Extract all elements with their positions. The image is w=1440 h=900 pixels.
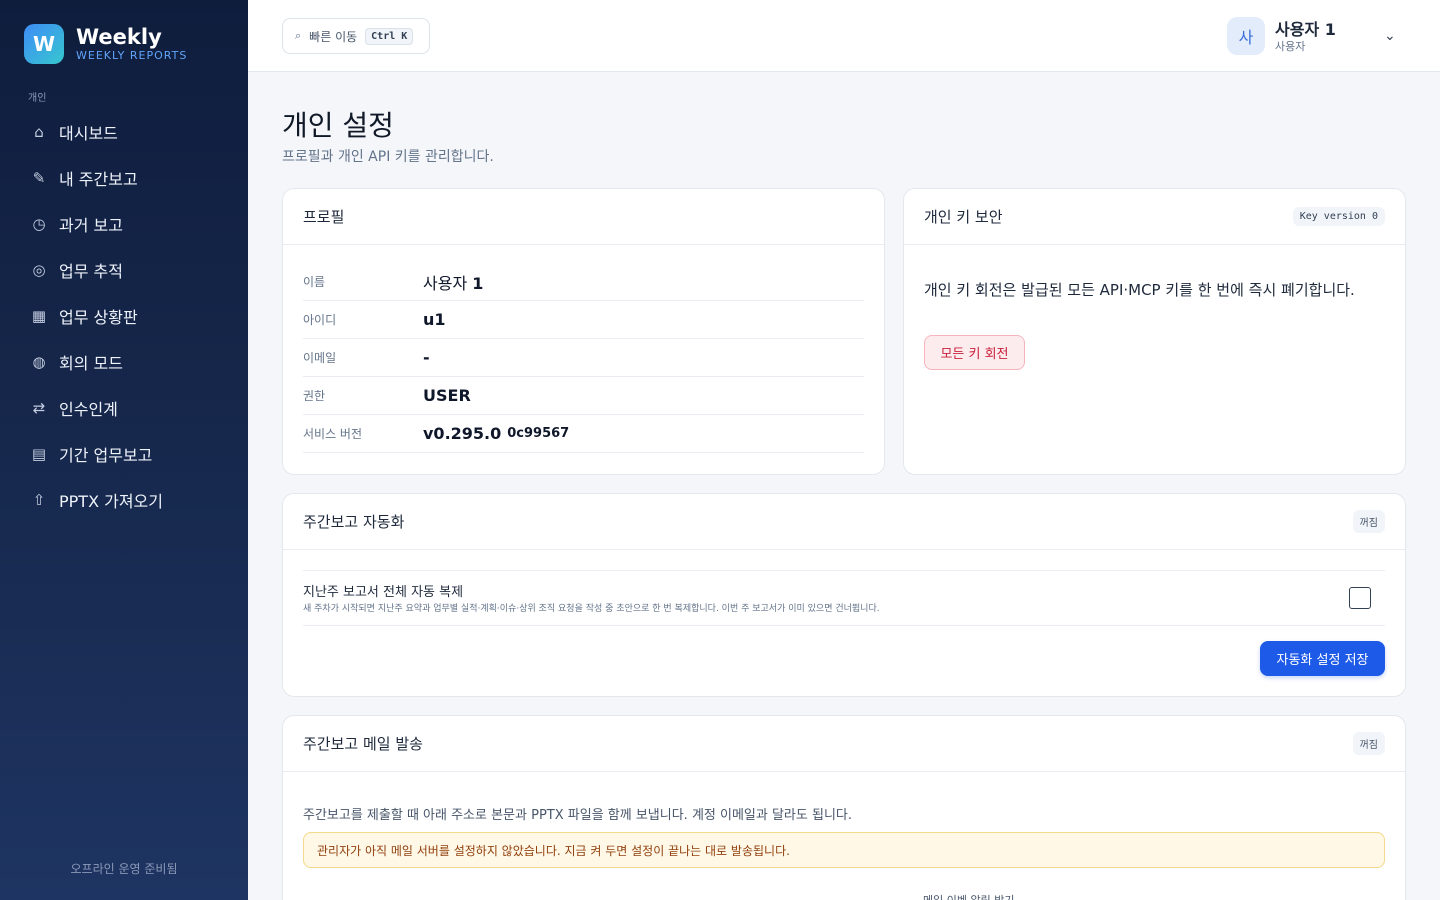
profile-value: u1 [423, 310, 446, 329]
swap-icon: ⇄ [32, 399, 46, 417]
weekly-automation-card: 주간보고 자동화 꺼짐 지난주 보고서 전체 자동 복제 새 주차가 시작되면 … [282, 493, 1406, 697]
sidebar-item-label: 업무 추적 [59, 262, 123, 281]
sidebar-item-task-board[interactable]: ▦ 업무 상황판 [12, 293, 236, 339]
profile-key: 이름 [303, 275, 326, 289]
sidebar-item-label: 인수인계 [59, 400, 118, 419]
list-icon: ▤ [31, 445, 47, 463]
user-role: 사용자 [1275, 39, 1306, 53]
sidebar-item-label: 기간 업무보고 [59, 446, 153, 465]
sidebar-item-pptx-import[interactable]: ⇧ PPTX 가져오기 [12, 477, 236, 523]
page-subtitle: 프로필과 개인 API 키를 관리합니다. [282, 149, 494, 165]
clock-icon: ◷ [32, 215, 46, 233]
chevron-down-icon[interactable]: ⌄ [1384, 28, 1396, 44]
profile-row-id: 아이디 u1 [303, 301, 864, 339]
profile-row-email: 이메일 - [303, 339, 864, 377]
brand[interactable]: W Weekly WEEKLY REPORTS [24, 24, 187, 64]
search-icon: ⌕ [295, 29, 302, 42]
sidebar-item-handover[interactable]: ⇄ 인수인계 [12, 385, 236, 431]
card-title: 주간보고 메일 발송 [303, 735, 423, 753]
profile-row-name: 이름 사용자 1 [303, 263, 864, 301]
sidebar-item-label: 대시보드 [59, 124, 118, 143]
sidebar-item-label: 내 주간보고 [59, 170, 138, 189]
offline-status: 오프라인 운영 준비됨 [70, 862, 178, 876]
globe-icon: ◍ [32, 353, 46, 371]
commit-hash: 0c99567 [507, 426, 570, 441]
key-security-card: 개인 키 보안 Key version 0 개인 키 회전은 발급된 모든 AP… [903, 188, 1406, 475]
sidebar-section-label: 개인 [28, 93, 47, 104]
key-version-badge: Key version 0 [1292, 207, 1385, 226]
profile-value: USER [423, 386, 471, 405]
avatar: 사 [1227, 17, 1265, 55]
sidebar: W Weekly WEEKLY REPORTS 개인 ⌂ 대시보드 ✎ 내 주간… [0, 0, 248, 900]
sidebar-item-task-tracking[interactable]: ◎ 업무 추적 [12, 247, 236, 293]
profile-key: 이메일 [303, 351, 337, 365]
sidebar-item-past-reports[interactable]: ◷ 과거 보고 [12, 201, 236, 247]
user-menu[interactable]: 사 사용자 1 사용자 [1227, 17, 1336, 55]
key-rotation-description: 개인 키 회전은 발급된 모든 API·MCP 키를 한 번에 즉시 폐기합니다… [924, 281, 1355, 299]
status-badge: 꺼짐 [1352, 732, 1385, 755]
rotate-all-keys-button[interactable]: 모든 키 회전 [924, 335, 1025, 370]
option-description: 새 주차가 시작되면 지난주 요약과 업무별 실적·계획·이슈·상위 조직 요청… [303, 604, 880, 614]
mail-description: 주간보고를 제출할 때 아래 주소로 본문과 PPTX 파일을 함께 보냅니다.… [303, 808, 852, 823]
weekly-mail-card: 주간보고 메일 발송 꺼짐 주간보고를 제출할 때 아래 주소로 본문과 PPT… [282, 715, 1406, 900]
card-title: 개인 키 보안 [924, 208, 1003, 226]
brand-logo: W [24, 24, 64, 64]
profile-value: - [423, 348, 430, 367]
auto-copy-checkbox[interactable] [1349, 587, 1371, 609]
sidebar-item-my-weekly[interactable]: ✎ 내 주간보고 [12, 155, 236, 201]
profile-row-version: 서비스 버전 v0.295.0 0c99567 [303, 415, 864, 453]
profile-value: 사용자 1 [423, 273, 484, 293]
brand-name: Weekly [76, 25, 162, 49]
sidebar-item-period-report[interactable]: ▤ 기간 업무보고 [12, 431, 236, 477]
user-name: 사용자 1 [1275, 19, 1336, 39]
save-automation-button[interactable]: 자동화 설정 저장 [1260, 641, 1385, 676]
profile-value: v0.295.0 [423, 424, 502, 443]
profile-key: 서비스 버전 [303, 427, 363, 441]
profile-key: 아이디 [303, 313, 337, 327]
mail-server-warning: 관리자가 아직 메일 서버를 설정하지 않았습니다. 지금 켜 두면 설정이 끝… [303, 832, 1385, 868]
sidebar-item-dashboard[interactable]: ⌂ 대시보드 [12, 109, 236, 155]
sidebar-item-label: 업무 상황판 [59, 308, 138, 327]
quick-search-label: 빠른 이동 [309, 29, 358, 44]
sidebar-item-meeting-mode[interactable]: ◍ 회의 모드 [12, 339, 236, 385]
sidebar-item-label: 회의 모드 [59, 354, 123, 373]
pencil-icon: ✎ [32, 169, 46, 187]
option-title: 지난주 보고서 전체 자동 복제 [303, 585, 464, 600]
top-bar: ⌕ 빠른 이동 Ctrl K 사 사용자 1 사용자 ⌄ [248, 0, 1440, 72]
page-title: 개인 설정 [282, 109, 394, 142]
auto-copy-option: 지난주 보고서 전체 자동 복제 새 주차가 시작되면 지난주 요약과 업무별 … [303, 570, 1385, 626]
profile-key: 권한 [303, 389, 326, 403]
sidebar-item-label: 과거 보고 [59, 216, 123, 235]
target-icon: ◎ [32, 261, 46, 279]
card-title: 주간보고 자동화 [303, 513, 405, 531]
quick-search-button[interactable]: ⌕ 빠른 이동 Ctrl K [282, 18, 430, 54]
home-icon: ⌂ [34, 123, 44, 141]
sidebar-item-label: PPTX 가져오기 [59, 492, 163, 511]
brand-subtitle: WEEKLY REPORTS [76, 49, 188, 62]
upload-icon: ⇧ [32, 491, 46, 509]
profile-card: 프로필 이름 사용자 1 아이디 u1 이메일 - 권한 USER 서비스 버전… [282, 188, 885, 475]
mail-notification-link[interactable]: 메일 이벤 알림 받기 [923, 892, 1014, 900]
sidebar-nav: ⌂ 대시보드 ✎ 내 주간보고 ◷ 과거 보고 ◎ 업무 추적 ▦ 업무 상황판… [12, 109, 236, 523]
grid-icon: ▦ [31, 307, 47, 325]
profile-row-role: 권한 USER [303, 377, 864, 415]
shortcut-hint: Ctrl K [365, 27, 414, 45]
status-badge: 꺼짐 [1352, 510, 1385, 533]
card-title: 프로필 [303, 208, 345, 226]
